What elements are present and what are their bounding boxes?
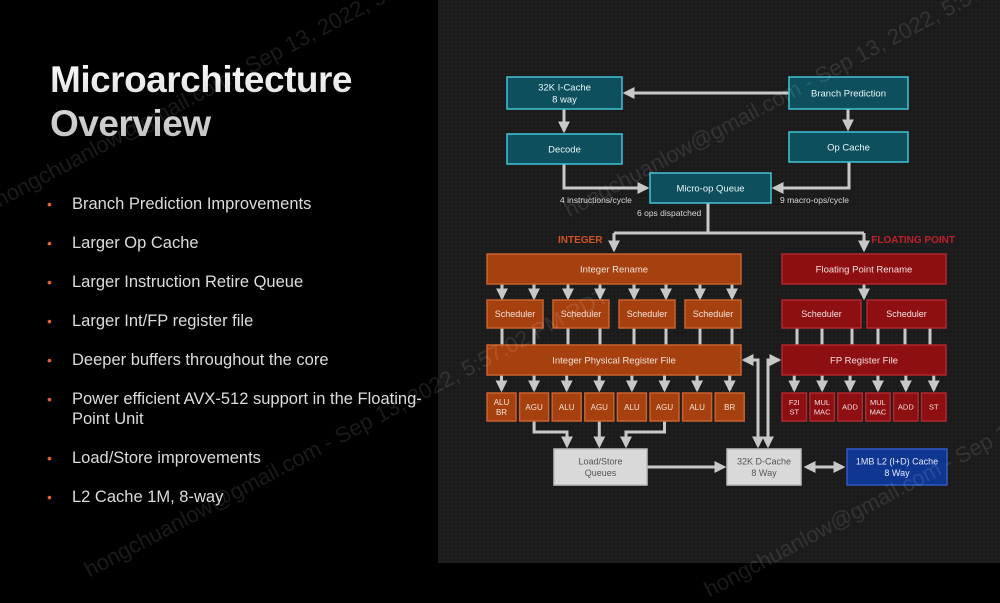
integer-scheduler-2: Scheduler [552, 299, 610, 329]
fp-register-file-box: FP Register File [781, 344, 947, 376]
integer-register-file-box-label: Integer Physical Register File [552, 355, 676, 366]
integer-unit-alu: ALU [616, 392, 648, 422]
fp-unit-add-label: ADD [898, 403, 914, 412]
fp-unit-st: ST [920, 392, 947, 422]
load-store-queues-box: Load/StoreQueues [553, 448, 648, 486]
fp-scheduler-2-label: Scheduler [886, 309, 927, 319]
icache-box-label: 8 way [552, 94, 577, 105]
l2-cache-box-label: 8 Way [884, 468, 910, 478]
arrow-agu-to-lsq [620, 421, 666, 449]
fp-unit-add-label: ADD [842, 403, 858, 412]
fp-rename-box: Floating Point Rename [781, 253, 947, 285]
integer-unit-alu-br: ALUBR [486, 392, 517, 422]
integer-scheduler-3-label: Scheduler [627, 309, 668, 319]
fp-unit-mul-mac-label: MUL [814, 398, 830, 407]
fp-unit-f2i-st-label: ST [789, 407, 799, 416]
arrow-agu-to-lsq [532, 421, 573, 449]
integer-unit-alu: ALU [681, 392, 713, 422]
fp-unit-mul-mac-label: MAC [870, 407, 887, 416]
integer-register-file-box: Integer Physical Register File [486, 344, 742, 376]
op-cache-box: Op Cache [788, 131, 909, 163]
integer-unit-agu: AGU [584, 392, 615, 422]
dcache-box-label: 8 Way [751, 468, 777, 478]
branch-prediction-box: Branch Prediction [788, 76, 909, 110]
fp-unit-f2i-st: F2IST [781, 392, 808, 422]
integer-rename-box: Integer Rename [486, 253, 742, 285]
integer-unit-alu: ALU [551, 392, 582, 422]
integer-unit-agu: AGU [518, 392, 550, 422]
integer-unit-alu-br-label: BR [496, 408, 507, 417]
fp-unit-st-label: ST [929, 403, 939, 412]
fp-unit-mul-mac: MULMAC [809, 392, 836, 422]
arrow-dcache-to-int-prf [741, 354, 760, 446]
decode-box: Decode [506, 133, 623, 165]
arrow-opcache-to-queue [771, 162, 851, 194]
micro-op-queue-box-label: Micro-op Queue [676, 183, 744, 194]
l2-cache-box: 1MB L2 (I+D) Cache8 Way [846, 448, 948, 486]
integer-unit-alu-label: ALU [689, 403, 705, 412]
opcache-rate-label: 9 macro-ops/cycle [780, 195, 849, 205]
decode-rate-label: 4 instructions/cycle [560, 195, 632, 205]
decode-box-label: Decode [548, 144, 581, 155]
fp-unit-mul-mac-label: MUL [870, 398, 886, 407]
fp-register-file-box-label: FP Register File [830, 355, 898, 366]
integer-scheduler-2-label: Scheduler [561, 309, 602, 319]
integer-unit-agu-label: AGU [525, 403, 543, 412]
integer-unit-agu: AGU [649, 392, 680, 422]
integer-section-label: INTEGER [558, 235, 603, 246]
integer-scheduler-1: Scheduler [486, 299, 544, 329]
dcache-box-label: 32K D-Cache [737, 457, 791, 467]
arrow-decode-to-queue [562, 164, 650, 194]
op-cache-box-label: Op Cache [827, 142, 870, 153]
integer-unit-alu-label: ALU [624, 403, 640, 412]
integer-rename-box-label: Integer Rename [580, 264, 648, 275]
l2-cache-box-label: 1MB L2 (I+D) Cache [856, 457, 938, 467]
load-store-queues-box-label: Load/Store [578, 457, 622, 467]
fp-unit-add: ADD [892, 392, 919, 422]
fp-scheduler-2: Scheduler [866, 299, 947, 329]
fp-unit-f2i-st-label: F2I [789, 398, 800, 407]
integer-scheduler-3: Scheduler [618, 299, 676, 329]
fp-unit-mul-mac-label: MAC [814, 407, 831, 416]
fp-scheduler-1-label: Scheduler [801, 309, 842, 319]
integer-scheduler-4: Scheduler [684, 299, 742, 329]
fp-rename-box-label: Floating Point Rename [816, 264, 913, 275]
integer-scheduler-4-label: Scheduler [693, 309, 734, 319]
micro-op-queue-box: Micro-op Queue [649, 172, 772, 204]
icache-box: 32K I-Cache8 way [506, 76, 623, 110]
dispatch-rate-label: 6 ops dispatched [637, 208, 702, 218]
fp-section-label: FLOATING POINT [871, 235, 955, 246]
integer-unit-br: BR [714, 392, 745, 422]
microarchitecture-diagram: 32K I-Cache8 way Branch Prediction Decode O… [486, 76, 955, 486]
branch-prediction-box-label: Branch Prediction [811, 88, 886, 99]
dcache-box: 32K D-Cache8 Way [726, 448, 802, 486]
integer-unit-agu-label: AGU [656, 403, 674, 412]
integer-unit-agu-label: AGU [591, 403, 609, 412]
integer-scheduler-1-label: Scheduler [495, 309, 536, 319]
integer-unit-br-label: BR [724, 403, 735, 412]
arrow-dcache-to-fp-rf [766, 354, 782, 446]
fp-scheduler-1: Scheduler [781, 299, 862, 329]
integer-unit-alu-label: ALU [559, 403, 575, 412]
icache-box-label: 32K I-Cache [538, 82, 591, 93]
integer-unit-alu-br-label: ALU [494, 398, 510, 407]
fp-unit-mul-mac: MULMAC [864, 392, 891, 422]
load-store-queues-box-label: Queues [585, 468, 617, 478]
fp-unit-add: ADD [837, 392, 864, 422]
